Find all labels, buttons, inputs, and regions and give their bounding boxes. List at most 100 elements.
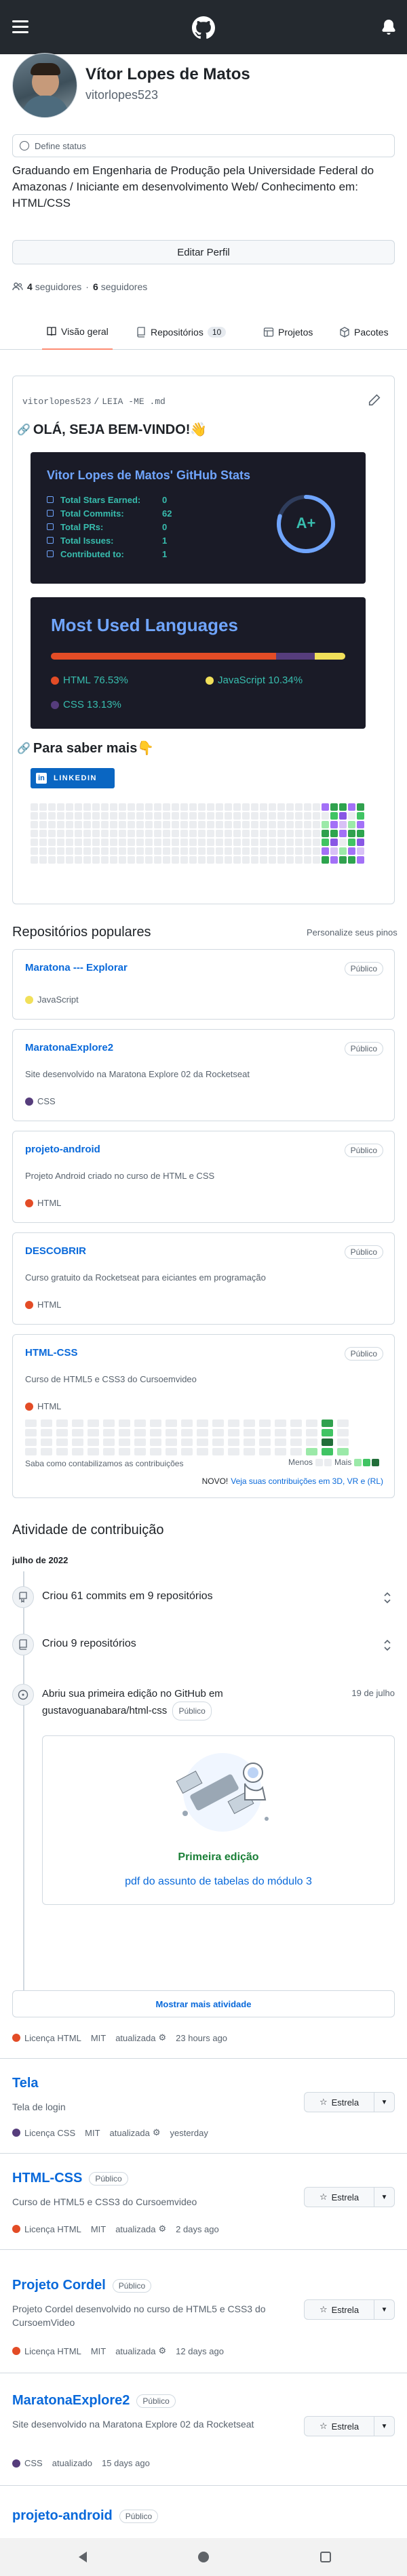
- contribution-day[interactable]: [88, 1420, 99, 1427]
- contribution-day[interactable]: [212, 1420, 224, 1427]
- contribution-day[interactable]: [275, 1429, 286, 1436]
- contribution-day[interactable]: [322, 1438, 333, 1446]
- contribution-day[interactable]: [72, 1429, 83, 1436]
- contribution-day[interactable]: [337, 1429, 349, 1436]
- show-more-activity-button[interactable]: Mostrar mais atividade: [12, 1990, 395, 2017]
- contribution-day[interactable]: [88, 1438, 99, 1446]
- hamburger-menu-icon[interactable]: [12, 20, 28, 34]
- contribution-day[interactable]: [134, 1438, 146, 1446]
- contribution-day[interactable]: [72, 1438, 83, 1446]
- pinned-repo-card[interactable]: MaratonaExplore2 Público Site desenvolvi…: [12, 1029, 395, 1121]
- contribution-day[interactable]: [306, 1438, 317, 1446]
- contribution-day[interactable]: [150, 1429, 161, 1436]
- most-used-languages-card[interactable]: Most Used Languages HTML 76.53% JavaScri…: [31, 597, 366, 729]
- contribution-day[interactable]: [197, 1420, 208, 1427]
- tab-overview[interactable]: Visão geral: [42, 315, 113, 350]
- star-button[interactable]: ☆ Estrela: [304, 2187, 374, 2207]
- contribution-day[interactable]: [25, 1420, 37, 1427]
- following-label[interactable]: seguidores: [101, 281, 148, 292]
- contribution-day[interactable]: [119, 1429, 130, 1436]
- contribution-day[interactable]: [228, 1420, 239, 1427]
- star-dropdown-chevron-icon[interactable]: ▼: [374, 2092, 395, 2112]
- contribution-calendar[interactable]: [25, 1420, 349, 1455]
- github-stats-card[interactable]: Vitor Lopes de Matos' GitHub Stats Total…: [31, 452, 366, 584]
- contribution-day[interactable]: [56, 1438, 68, 1446]
- contribution-day[interactable]: [197, 1448, 208, 1455]
- contribution-day[interactable]: [41, 1438, 52, 1446]
- contribution-day[interactable]: [197, 1438, 208, 1446]
- contribution-day[interactable]: [41, 1429, 52, 1436]
- readme-path-user[interactable]: vitorlopes523: [22, 397, 91, 407]
- pinned-repo-name[interactable]: MaratonaExplore2: [25, 1042, 113, 1053]
- contribution-day[interactable]: [119, 1438, 130, 1446]
- contribution-day[interactable]: [88, 1429, 99, 1436]
- contribution-day[interactable]: [322, 1429, 333, 1436]
- contribution-day[interactable]: [337, 1438, 349, 1446]
- contribution-day[interactable]: [150, 1438, 161, 1446]
- contribution-day[interactable]: [197, 1429, 208, 1436]
- pinned-repo-name[interactable]: DESCOBRIR: [25, 1245, 86, 1257]
- contribution-day[interactable]: [244, 1420, 255, 1427]
- contribution-day[interactable]: [228, 1448, 239, 1455]
- contribution-day[interactable]: [103, 1420, 115, 1427]
- anchor-link-icon[interactable]: 🔗: [17, 742, 31, 755]
- first-issue-link[interactable]: pdf do assunto de tabelas do módulo 3: [43, 1876, 394, 1888]
- contribution-day[interactable]: [322, 1420, 333, 1427]
- contribution-day[interactable]: [103, 1448, 115, 1455]
- pinned-repo-name[interactable]: HTML-CSS: [25, 1347, 78, 1359]
- home-icon[interactable]: [198, 2552, 209, 2562]
- contribution-day[interactable]: [72, 1420, 83, 1427]
- contribution-day[interactable]: [212, 1429, 224, 1436]
- contribution-day[interactable]: [134, 1420, 146, 1427]
- contribution-day[interactable]: [306, 1420, 317, 1427]
- contribution-day[interactable]: [290, 1429, 302, 1436]
- contribution-day[interactable]: [290, 1420, 302, 1427]
- tab-projects[interactable]: Projetos: [263, 315, 313, 350]
- followers-label[interactable]: seguidores: [35, 281, 82, 292]
- recents-icon[interactable]: [320, 2552, 331, 2562]
- activity-repos-text[interactable]: Criou 9 repositórios: [42, 1638, 136, 1650]
- contribution-day[interactable]: [166, 1429, 177, 1436]
- contribution-day[interactable]: [119, 1420, 130, 1427]
- contribution-day[interactable]: [166, 1438, 177, 1446]
- contribution-day[interactable]: [181, 1448, 193, 1455]
- edit-profile-button[interactable]: Editar Perfil: [12, 240, 395, 264]
- avatar[interactable]: [12, 53, 77, 118]
- set-status-button[interactable]: Define status: [12, 134, 395, 157]
- star-button[interactable]: ☆ Estrela: [304, 2092, 374, 2112]
- star-dropdown-chevron-icon[interactable]: ▼: [374, 2299, 395, 2320]
- contribution-day[interactable]: [103, 1429, 115, 1436]
- contribution-day[interactable]: [181, 1429, 193, 1436]
- contribution-day[interactable]: [259, 1438, 271, 1446]
- unfold-icon[interactable]: [383, 1639, 392, 1651]
- linkedin-badge[interactable]: in LINKEDIN: [31, 768, 115, 788]
- contribution-day[interactable]: [259, 1420, 271, 1427]
- github-logo-icon[interactable]: [192, 16, 215, 39]
- repo-list-name[interactable]: Projeto Cordel: [12, 2278, 106, 2293]
- contribution-day[interactable]: [275, 1448, 286, 1455]
- contributions-help-link[interactable]: Saba como contabilizamos as contribuiçõe…: [25, 1459, 183, 1468]
- pinned-repo-card[interactable]: projeto-android Público Projeto Android …: [12, 1131, 395, 1223]
- repo-list-name[interactable]: projeto-android: [12, 2508, 113, 2524]
- contribution-day[interactable]: [275, 1438, 286, 1446]
- following-count[interactable]: 6: [93, 281, 98, 292]
- tab-packages[interactable]: Pacotes: [339, 315, 389, 350]
- customize-pins-link[interactable]: Personalize seus pinos: [307, 927, 398, 938]
- edit-pencil-icon[interactable]: [368, 394, 381, 406]
- repo-list-name[interactable]: MaratonaExplore2: [12, 2393, 130, 2409]
- contribution-day[interactable]: [166, 1420, 177, 1427]
- contribution-day[interactable]: [259, 1448, 271, 1455]
- contribution-day[interactable]: [25, 1429, 37, 1436]
- contribution-day[interactable]: [306, 1448, 317, 1455]
- star-dropdown-chevron-icon[interactable]: ▼: [374, 2187, 395, 2207]
- contribution-day[interactable]: [88, 1448, 99, 1455]
- contribution-day[interactable]: [181, 1438, 193, 1446]
- contribution-day[interactable]: [103, 1438, 115, 1446]
- notification-bell-icon[interactable]: [381, 19, 396, 35]
- contribution-day[interactable]: [337, 1420, 349, 1427]
- contribution-day[interactable]: [290, 1438, 302, 1446]
- pinned-repo-name[interactable]: Maratona --- Explorar: [25, 962, 128, 973]
- contribution-day[interactable]: [275, 1420, 286, 1427]
- contribution-day[interactable]: [56, 1448, 68, 1455]
- contribution-day[interactable]: [166, 1448, 177, 1455]
